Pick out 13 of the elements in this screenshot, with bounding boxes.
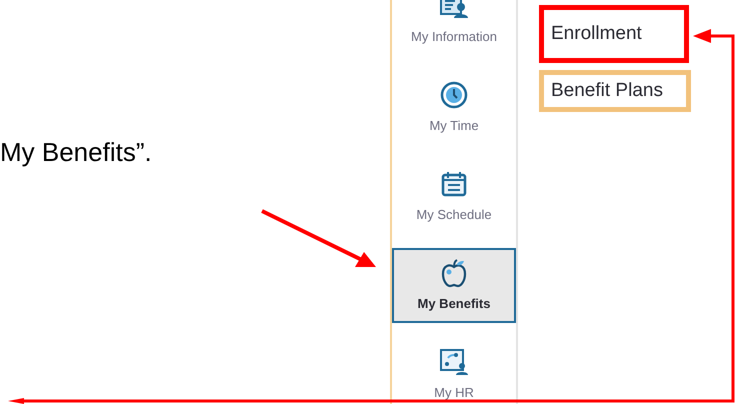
nav-item[interactable]: My Schedule	[392, 159, 516, 234]
profile-card-icon	[439, 0, 469, 20]
slide-text: My Benefits”.	[0, 136, 153, 169]
team-board-icon	[439, 348, 469, 376]
nav-item[interactable]: My HR	[392, 337, 516, 404]
calendar-icon	[440, 170, 468, 198]
nav-item[interactable]: My Information	[392, 0, 516, 56]
submenu-link[interactable]: Enrollment	[539, 5, 689, 63]
nav-item[interactable]: My Time	[392, 70, 516, 145]
nav-item[interactable]: My Benefits	[392, 248, 516, 323]
clock-icon	[440, 81, 468, 109]
submenu-link[interactable]: Benefit Plans	[539, 70, 691, 112]
apple-icon	[440, 258, 468, 288]
